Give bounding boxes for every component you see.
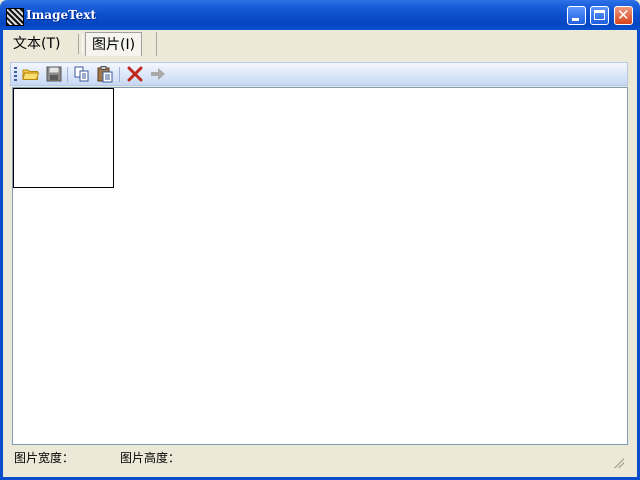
save-button[interactable] [45,65,63,83]
toolbar [10,62,628,86]
tab-separator [78,34,83,54]
status-bar: 图片宽度： 图片高度： [12,447,628,467]
image-canvas[interactable] [12,87,628,445]
paste-button[interactable] [96,65,114,83]
image-width-label: 图片宽度： [14,451,75,465]
toolbar-separator [119,67,120,82]
minimize-button[interactable] [567,6,586,25]
forward-button[interactable] [149,65,167,83]
close-button[interactable]: ✕ [614,6,633,25]
maximize-icon [594,10,605,20]
delete-button[interactable] [126,65,144,83]
minimize-icon [572,18,579,21]
paste-icon [97,66,113,83]
image-height-label: 图片高度： [120,451,181,465]
title-bar[interactable]: ImageText ✕ [0,0,640,30]
toolbar-grip[interactable] [14,67,17,82]
open-folder-icon [22,69,40,80]
close-icon: ✕ [617,6,630,24]
delete-icon [127,66,143,82]
toolbar-separator [67,67,68,82]
tab-separator [156,32,157,56]
open-button[interactable] [22,65,40,83]
forward-arrow-icon [151,68,165,80]
window-frame-left [0,30,3,480]
resize-grip[interactable] [614,458,624,468]
tab-bar: 文本(T) 图片(I) [3,30,637,58]
copy-icon [74,66,89,82]
tab-text[interactable]: 文本(T) [7,32,66,56]
app-icon[interactable] [6,8,24,26]
window-title: ImageText [26,8,96,22]
save-icon [46,66,62,82]
copy-button[interactable] [73,65,91,83]
maximize-button[interactable] [590,6,609,25]
image-preview-box[interactable] [13,88,114,188]
tab-image[interactable]: 图片(I) [85,32,143,56]
